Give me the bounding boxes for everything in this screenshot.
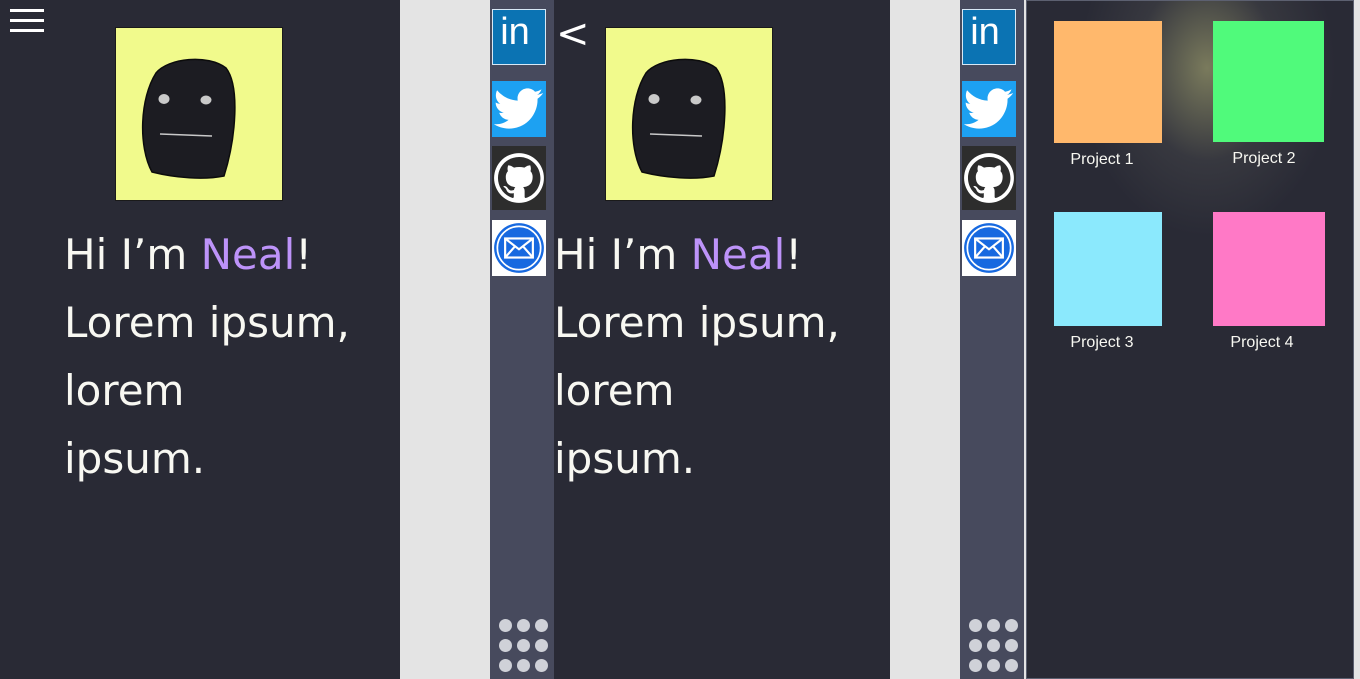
app-grid-icon[interactable] (969, 619, 1018, 675)
greeting: Hi I’m Neal! Lorem ipsum, lorem ipsum. (64, 221, 350, 493)
app-grid-icon[interactable] (499, 619, 548, 675)
greeting-line-1: Hi I’m Neal! (64, 230, 313, 279)
greeting: Hi I’m Neal! Lorem ipsum, lorem ipsum. (554, 221, 840, 493)
name-highlight: Neal (200, 230, 296, 279)
avatar (605, 27, 773, 201)
project-tile-3[interactable] (1054, 212, 1162, 326)
greeting-line-4: ipsum. (554, 434, 696, 483)
projects-panel: Project 1 Project 2 Project 3 Project 4 (1026, 0, 1354, 679)
menu-icon[interactable] (10, 9, 44, 35)
github-icon[interactable] (962, 146, 1016, 210)
back-icon[interactable]: < (556, 10, 590, 58)
twitter-icon[interactable] (492, 81, 546, 137)
greeting-line-2: Lorem ipsum, (554, 298, 840, 347)
social-sidebar: in (960, 0, 1024, 679)
project-label-2: Project 2 (1232, 150, 1296, 167)
project-tile-2[interactable] (1213, 21, 1324, 142)
name-highlight: Neal (690, 230, 786, 279)
project-label-3: Project 3 (1070, 334, 1134, 351)
greeting-line-3: lorem (64, 366, 185, 415)
greeting-line-3: lorem (554, 366, 675, 415)
project-tile-1[interactable] (1054, 21, 1162, 143)
project-label-4: Project 4 (1230, 334, 1294, 351)
project-label-1: Project 1 (1070, 151, 1134, 168)
face-icon (631, 58, 726, 179)
greeting-line-2: Lorem ipsum, (64, 298, 350, 347)
mail-icon[interactable] (962, 220, 1016, 276)
face-icon (141, 58, 236, 179)
avatar (115, 27, 283, 201)
github-icon[interactable] (492, 146, 546, 210)
linkedin-icon[interactable]: in (492, 9, 546, 65)
greeting-line-1: Hi I’m Neal! (554, 230, 803, 279)
twitter-icon[interactable] (962, 81, 1016, 137)
linkedin-icon[interactable]: in (962, 9, 1016, 65)
mail-icon[interactable] (492, 220, 546, 276)
greeting-line-4: ipsum. (64, 434, 206, 483)
home-screen-collapsed: Hi I’m Neal! Lorem ipsum, lorem ipsum. (0, 0, 400, 679)
social-sidebar: in (490, 0, 554, 679)
project-tile-4[interactable] (1213, 212, 1325, 326)
